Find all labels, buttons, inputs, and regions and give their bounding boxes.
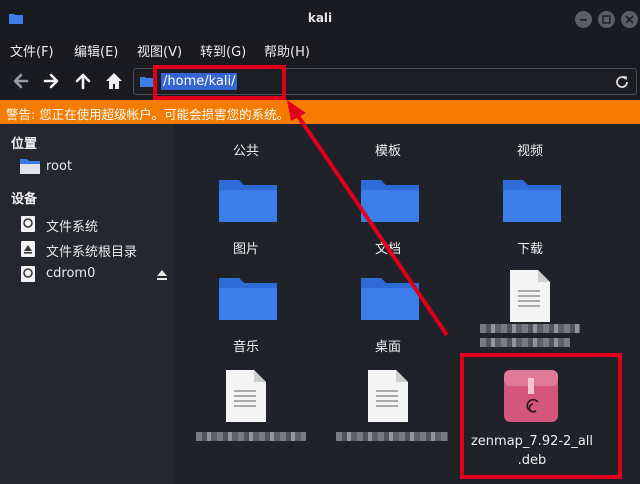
annotation-arrow	[287, 100, 449, 337]
